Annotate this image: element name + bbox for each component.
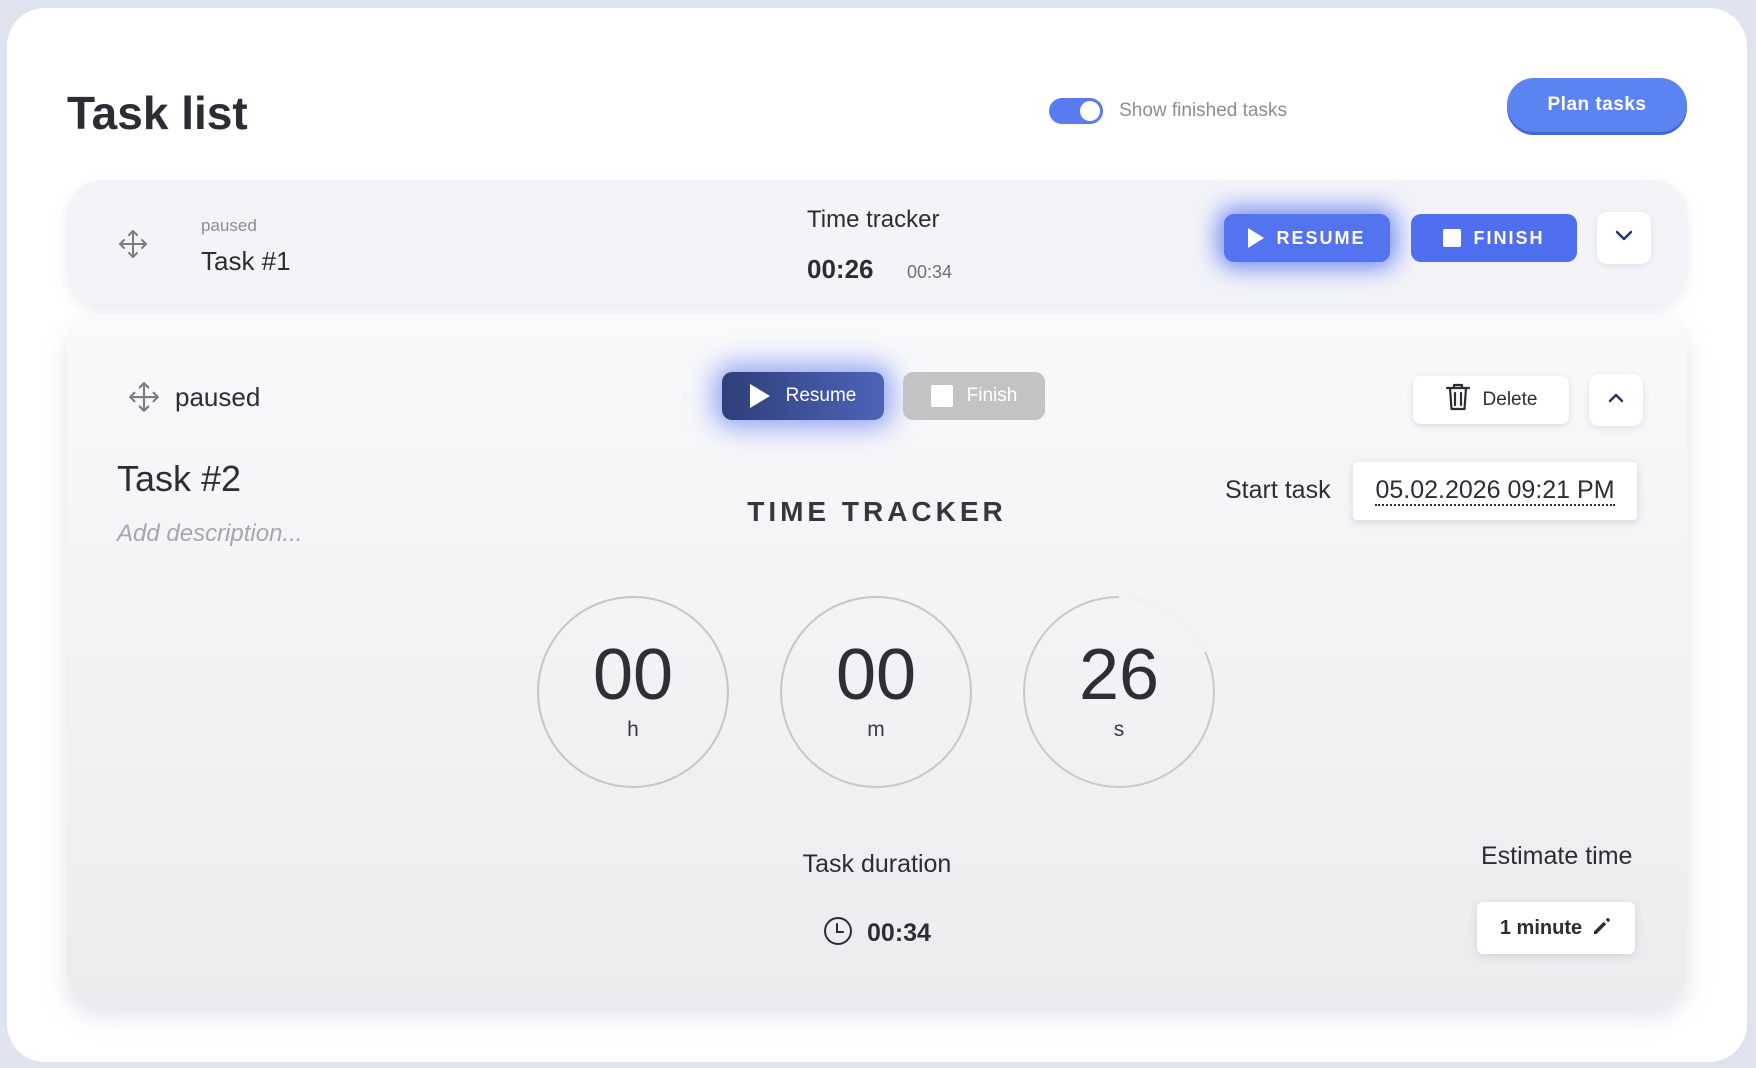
header: Task list Show finished tasks Plan tasks xyxy=(67,78,1687,148)
expand-task-button[interactable] xyxy=(1597,212,1651,264)
delete-button[interactable]: Delete xyxy=(1413,376,1569,424)
minutes-unit: m xyxy=(867,718,885,741)
minutes-dial: 00 m xyxy=(780,596,972,788)
resume-button[interactable]: Resume xyxy=(722,372,884,420)
show-finished-toggle[interactable] xyxy=(1049,98,1104,124)
resume-label: Resume xyxy=(785,385,857,406)
task-duration: 00:34 xyxy=(67,916,1687,951)
task-duration-label: Task duration xyxy=(802,850,952,878)
hours-unit: h xyxy=(627,718,639,741)
show-finished-toggle-group: Show finished tasks xyxy=(1049,98,1287,124)
delete-label: Delete xyxy=(1482,389,1538,410)
tracker-total-time: 00:34 xyxy=(907,262,953,282)
collapse-task-button[interactable] xyxy=(1589,374,1643,426)
hours-dial: 00 h xyxy=(537,596,729,788)
seconds-value: 26 xyxy=(1078,635,1160,715)
clock-icon xyxy=(823,916,853,951)
finish-label: FINISH xyxy=(1473,227,1545,248)
task-name[interactable]: Task #2 xyxy=(117,458,241,500)
task-row-1: paused Task #1 Time tracker 00:26 00:34 … xyxy=(67,180,1687,304)
finish-button[interactable]: Finish xyxy=(903,372,1045,420)
estimate-time-button[interactable]: 1 minute xyxy=(1477,902,1635,954)
task-status: paused xyxy=(201,216,257,235)
task-status: paused xyxy=(175,382,261,412)
chevron-down-icon xyxy=(1614,229,1634,247)
seconds-dial: 26 s xyxy=(1023,596,1215,788)
task-name: Task #1 xyxy=(201,246,291,276)
toggle-knob xyxy=(1080,101,1101,121)
trash-icon xyxy=(1445,382,1471,418)
resume-label: RESUME xyxy=(1276,227,1366,248)
page-title: Task list xyxy=(67,87,248,139)
tracker-current-time: 00:26 xyxy=(807,254,874,284)
show-finished-label: Show finished tasks xyxy=(1119,100,1287,121)
time-tracker-label: Time tracker xyxy=(807,206,940,233)
plan-tasks-button[interactable]: Plan tasks xyxy=(1507,78,1687,132)
play-icon xyxy=(1248,228,1265,248)
task-card-2: paused Task #2 Add description... Resume… xyxy=(67,314,1687,1006)
play-icon xyxy=(749,384,770,408)
stop-icon xyxy=(930,385,953,407)
app-window: Task list Show finished tasks Plan tasks… xyxy=(7,8,1747,1062)
pencil-icon xyxy=(1592,916,1612,941)
task-duration-value: 00:34 xyxy=(867,919,931,947)
seconds-unit: s xyxy=(1113,718,1125,741)
minutes-value: 00 xyxy=(835,635,917,715)
start-task-label: Start task xyxy=(1225,476,1331,504)
drag-handle-icon[interactable] xyxy=(127,380,161,414)
chevron-up-icon xyxy=(1607,391,1625,409)
drag-handle-icon[interactable] xyxy=(117,228,149,260)
estimate-time-label: Estimate time xyxy=(1481,842,1633,870)
stop-icon xyxy=(1443,229,1462,247)
estimate-time-value: 1 minute xyxy=(1499,916,1583,939)
hours-value: 00 xyxy=(592,635,674,715)
start-task-datetime-input[interactable]: 05.02.2026 09:21 PM xyxy=(1353,462,1637,520)
start-task-value: 05.02.2026 09:21 PM xyxy=(1375,476,1615,507)
resume-button[interactable]: RESUME xyxy=(1224,214,1390,262)
finish-button[interactable]: FINISH xyxy=(1411,214,1577,262)
finish-label: Finish xyxy=(966,385,1018,406)
